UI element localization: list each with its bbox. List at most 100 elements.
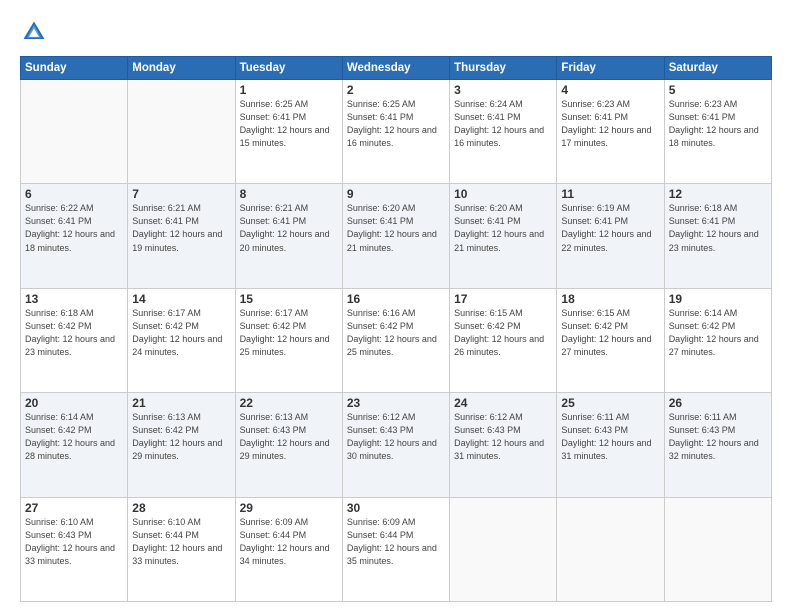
page: SundayMondayTuesdayWednesdayThursdayFrid… xyxy=(0,0,792,612)
logo xyxy=(20,18,52,46)
day-info: Sunrise: 6:23 AMSunset: 6:41 PMDaylight:… xyxy=(561,98,659,150)
day-info: Sunrise: 6:18 AMSunset: 6:42 PMDaylight:… xyxy=(25,307,123,359)
sunrise-text: Sunrise: 6:15 AM xyxy=(454,307,552,320)
sunrise-text: Sunrise: 6:16 AM xyxy=(347,307,445,320)
daylight-text: Daylight: 12 hours and 26 minutes. xyxy=(454,333,552,359)
day-info: Sunrise: 6:09 AMSunset: 6:44 PMDaylight:… xyxy=(347,516,445,568)
day-info: Sunrise: 6:13 AMSunset: 6:43 PMDaylight:… xyxy=(240,411,338,463)
day-number: 21 xyxy=(132,396,230,410)
daylight-text: Daylight: 12 hours and 29 minutes. xyxy=(132,437,230,463)
daylight-text: Daylight: 12 hours and 34 minutes. xyxy=(240,542,338,568)
day-info: Sunrise: 6:10 AMSunset: 6:43 PMDaylight:… xyxy=(25,516,123,568)
sunset-text: Sunset: 6:43 PM xyxy=(669,424,767,437)
daylight-text: Daylight: 12 hours and 27 minutes. xyxy=(669,333,767,359)
sunrise-text: Sunrise: 6:23 AM xyxy=(669,98,767,111)
calendar-week-row: 13Sunrise: 6:18 AMSunset: 6:42 PMDayligh… xyxy=(21,288,772,392)
day-info: Sunrise: 6:21 AMSunset: 6:41 PMDaylight:… xyxy=(240,202,338,254)
calendar-cell: 25Sunrise: 6:11 AMSunset: 6:43 PMDayligh… xyxy=(557,393,664,497)
sunset-text: Sunset: 6:43 PM xyxy=(561,424,659,437)
sunrise-text: Sunrise: 6:17 AM xyxy=(132,307,230,320)
daylight-text: Daylight: 12 hours and 24 minutes. xyxy=(132,333,230,359)
daylight-text: Daylight: 12 hours and 32 minutes. xyxy=(669,437,767,463)
calendar-cell: 24Sunrise: 6:12 AMSunset: 6:43 PMDayligh… xyxy=(450,393,557,497)
sunset-text: Sunset: 6:41 PM xyxy=(132,215,230,228)
sunset-text: Sunset: 6:42 PM xyxy=(669,320,767,333)
logo-icon xyxy=(20,18,48,46)
day-number: 26 xyxy=(669,396,767,410)
sunset-text: Sunset: 6:41 PM xyxy=(240,215,338,228)
sunset-text: Sunset: 6:42 PM xyxy=(240,320,338,333)
weekday-header-monday: Monday xyxy=(128,57,235,80)
sunrise-text: Sunrise: 6:22 AM xyxy=(25,202,123,215)
daylight-text: Daylight: 12 hours and 20 minutes. xyxy=(240,228,338,254)
sunrise-text: Sunrise: 6:20 AM xyxy=(347,202,445,215)
daylight-text: Daylight: 12 hours and 21 minutes. xyxy=(347,228,445,254)
calendar-cell: 27Sunrise: 6:10 AMSunset: 6:43 PMDayligh… xyxy=(21,497,128,601)
day-number: 12 xyxy=(669,187,767,201)
day-number: 3 xyxy=(454,83,552,97)
calendar-cell: 4Sunrise: 6:23 AMSunset: 6:41 PMDaylight… xyxy=(557,80,664,184)
day-number: 30 xyxy=(347,501,445,515)
sunrise-text: Sunrise: 6:12 AM xyxy=(347,411,445,424)
daylight-text: Daylight: 12 hours and 33 minutes. xyxy=(132,542,230,568)
weekday-header-saturday: Saturday xyxy=(664,57,771,80)
day-info: Sunrise: 6:21 AMSunset: 6:41 PMDaylight:… xyxy=(132,202,230,254)
calendar-cell: 8Sunrise: 6:21 AMSunset: 6:41 PMDaylight… xyxy=(235,184,342,288)
day-info: Sunrise: 6:19 AMSunset: 6:41 PMDaylight:… xyxy=(561,202,659,254)
sunset-text: Sunset: 6:42 PM xyxy=(454,320,552,333)
day-info: Sunrise: 6:20 AMSunset: 6:41 PMDaylight:… xyxy=(347,202,445,254)
sunset-text: Sunset: 6:41 PM xyxy=(347,111,445,124)
daylight-text: Daylight: 12 hours and 33 minutes. xyxy=(25,542,123,568)
sunset-text: Sunset: 6:41 PM xyxy=(25,215,123,228)
day-info: Sunrise: 6:15 AMSunset: 6:42 PMDaylight:… xyxy=(561,307,659,359)
calendar-cell: 23Sunrise: 6:12 AMSunset: 6:43 PMDayligh… xyxy=(342,393,449,497)
calendar-cell: 10Sunrise: 6:20 AMSunset: 6:41 PMDayligh… xyxy=(450,184,557,288)
day-number: 13 xyxy=(25,292,123,306)
daylight-text: Daylight: 12 hours and 22 minutes. xyxy=(561,228,659,254)
weekday-header-friday: Friday xyxy=(557,57,664,80)
day-number: 16 xyxy=(347,292,445,306)
sunset-text: Sunset: 6:42 PM xyxy=(561,320,659,333)
sunrise-text: Sunrise: 6:18 AM xyxy=(669,202,767,215)
sunrise-text: Sunrise: 6:09 AM xyxy=(240,516,338,529)
weekday-header-tuesday: Tuesday xyxy=(235,57,342,80)
sunrise-text: Sunrise: 6:10 AM xyxy=(25,516,123,529)
day-number: 27 xyxy=(25,501,123,515)
sunset-text: Sunset: 6:44 PM xyxy=(240,529,338,542)
sunrise-text: Sunrise: 6:24 AM xyxy=(454,98,552,111)
day-number: 2 xyxy=(347,83,445,97)
day-info: Sunrise: 6:16 AMSunset: 6:42 PMDaylight:… xyxy=(347,307,445,359)
day-number: 20 xyxy=(25,396,123,410)
day-number: 4 xyxy=(561,83,659,97)
calendar-cell: 2Sunrise: 6:25 AMSunset: 6:41 PMDaylight… xyxy=(342,80,449,184)
sunset-text: Sunset: 6:42 PM xyxy=(25,320,123,333)
sunset-text: Sunset: 6:44 PM xyxy=(132,529,230,542)
calendar-cell: 19Sunrise: 6:14 AMSunset: 6:42 PMDayligh… xyxy=(664,288,771,392)
sunrise-text: Sunrise: 6:21 AM xyxy=(240,202,338,215)
sunset-text: Sunset: 6:42 PM xyxy=(132,424,230,437)
sunrise-text: Sunrise: 6:13 AM xyxy=(240,411,338,424)
calendar-cell: 12Sunrise: 6:18 AMSunset: 6:41 PMDayligh… xyxy=(664,184,771,288)
weekday-header-row: SundayMondayTuesdayWednesdayThursdayFrid… xyxy=(21,57,772,80)
calendar-cell: 5Sunrise: 6:23 AMSunset: 6:41 PMDaylight… xyxy=(664,80,771,184)
sunset-text: Sunset: 6:42 PM xyxy=(25,424,123,437)
day-number: 6 xyxy=(25,187,123,201)
calendar-cell: 13Sunrise: 6:18 AMSunset: 6:42 PMDayligh… xyxy=(21,288,128,392)
sunrise-text: Sunrise: 6:18 AM xyxy=(25,307,123,320)
day-number: 5 xyxy=(669,83,767,97)
sunset-text: Sunset: 6:43 PM xyxy=(454,424,552,437)
daylight-text: Daylight: 12 hours and 28 minutes. xyxy=(25,437,123,463)
sunset-text: Sunset: 6:41 PM xyxy=(240,111,338,124)
day-info: Sunrise: 6:12 AMSunset: 6:43 PMDaylight:… xyxy=(454,411,552,463)
day-info: Sunrise: 6:22 AMSunset: 6:41 PMDaylight:… xyxy=(25,202,123,254)
calendar-cell: 21Sunrise: 6:13 AMSunset: 6:42 PMDayligh… xyxy=(128,393,235,497)
calendar-table: SundayMondayTuesdayWednesdayThursdayFrid… xyxy=(20,56,772,602)
day-number: 7 xyxy=(132,187,230,201)
daylight-text: Daylight: 12 hours and 35 minutes. xyxy=(347,542,445,568)
calendar-cell: 9Sunrise: 6:20 AMSunset: 6:41 PMDaylight… xyxy=(342,184,449,288)
day-number: 8 xyxy=(240,187,338,201)
daylight-text: Daylight: 12 hours and 15 minutes. xyxy=(240,124,338,150)
day-info: Sunrise: 6:25 AMSunset: 6:41 PMDaylight:… xyxy=(240,98,338,150)
day-info: Sunrise: 6:09 AMSunset: 6:44 PMDaylight:… xyxy=(240,516,338,568)
sunrise-text: Sunrise: 6:21 AM xyxy=(132,202,230,215)
